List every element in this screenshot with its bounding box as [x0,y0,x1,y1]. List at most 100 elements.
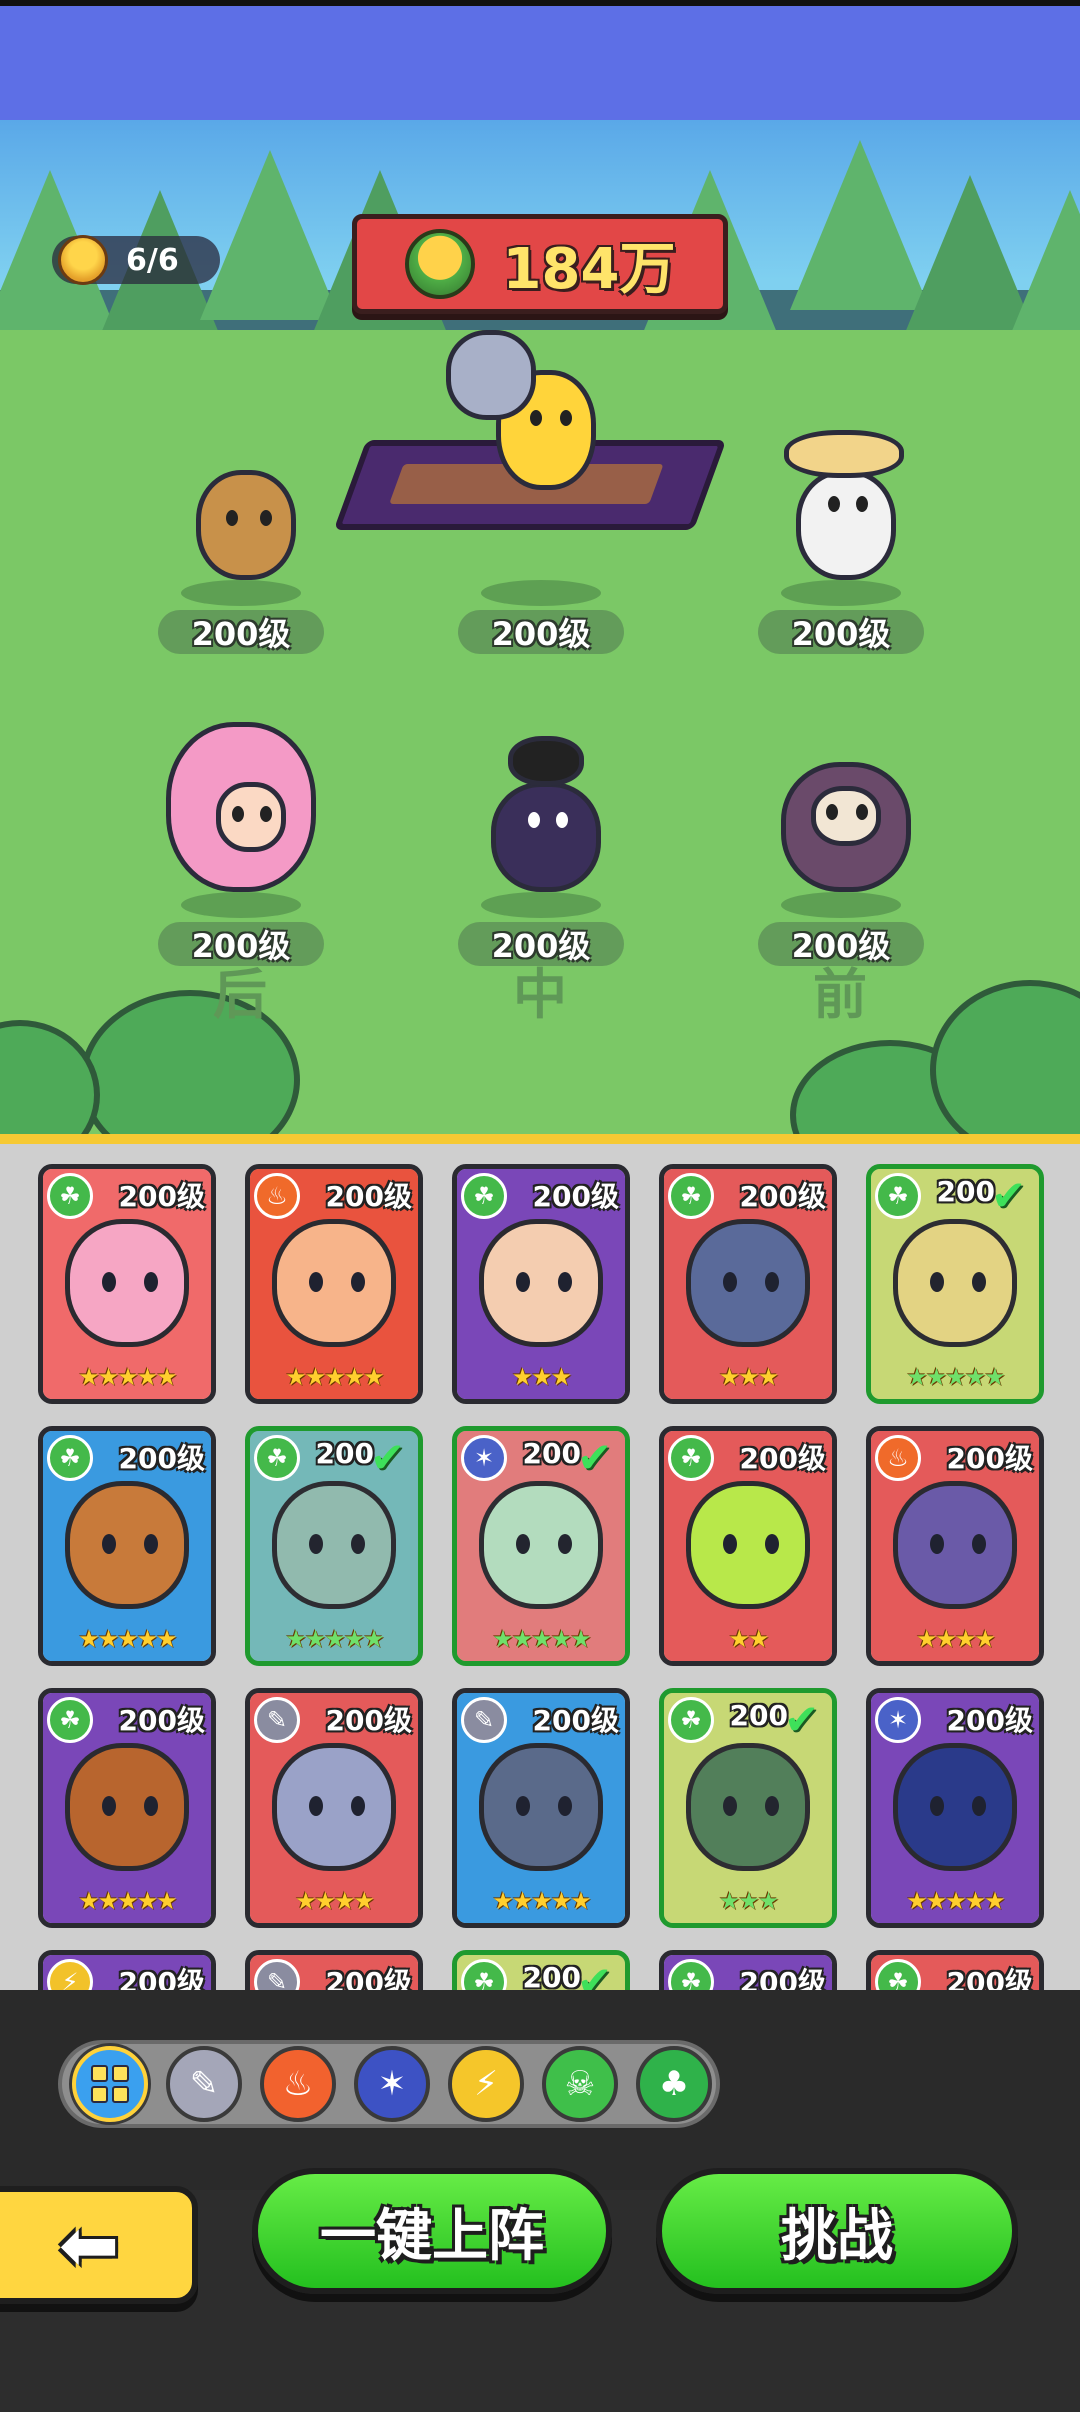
hero-card[interactable]: ☘ 200级 ★★★★★ [38,1426,216,1666]
hero-level: 200级 [758,610,924,654]
grass-element-icon: ☘ [668,1435,714,1481]
hero-card[interactable]: ☘ 200级 ★★ [659,1426,837,1666]
star-rating: ★★★★★ [492,1887,592,1915]
wind-element-icon: ✎ [461,1697,507,1743]
hero-portrait [65,1219,189,1347]
card-level: 200级 [325,1704,412,1737]
grass-element-icon: ☘ [668,1697,714,1743]
hero-portrait [893,1481,1017,1609]
hero-card-panel[interactable]: ☘ 200级 ★★★★★ ♨ 200级 ★★★★★ ☘ 200级 ★★★ ☘ 200级 ★★★ ☘ 200… [0,1144,1080,1990]
formation-slot-front-top[interactable]: 200级 [756,430,926,654]
grass-element-icon: ☘ [47,1697,93,1743]
formation-slot-back-top[interactable]: 200级 [156,430,326,654]
formation-slot-middle-bottom[interactable]: 200级 [456,736,626,966]
star-rating: ★★★★★ [285,1625,385,1653]
fist-laurel-icon [404,229,475,299]
card-level: 200级 [946,1442,1033,1475]
formation-slot-front-bottom[interactable]: 200级 [756,742,926,966]
filter-ice-button[interactable]: ✶ [354,2046,430,2122]
hero-portrait [686,1743,810,1871]
hero-portrait [479,1219,603,1347]
shield-icon [446,330,536,420]
row-label-front: 前 [813,963,867,1026]
hero-card[interactable]: ☘ 200 ✔ ★★★ [659,1688,837,1928]
straw-hat-icon [784,430,904,478]
ice-element-icon: ✶ [461,1435,507,1481]
card-level: 200级 [739,1442,826,1475]
star-rating: ★★★ [718,1887,780,1915]
hero-antler-bear[interactable] [156,430,326,606]
hero-card[interactable]: ☘ 200级 [866,1950,1044,1990]
grass-element-icon: ☘ [668,1173,714,1219]
hero-portrait [479,1743,603,1871]
hero-portrait [272,1743,396,1871]
hero-card[interactable]: ⚡ 200级 [38,1950,216,1990]
filter-all-button[interactable] [72,2046,148,2122]
hero-card[interactable]: ♨ 200级 ★★★★ [866,1426,1044,1666]
star-rating: ★★★ [718,1363,780,1391]
hero-card[interactable]: ☘ 200级 ★★★ [452,1164,630,1404]
top-hat-icon [508,736,584,786]
hero-card[interactable]: ☘ 200 ✔ [452,1950,630,1990]
card-level: 200 [522,1961,581,1990]
filter-bolt-button[interactable]: ⚡ [448,2046,524,2122]
hero-portrait [65,1481,189,1609]
star-rating: ★★★★★ [906,1887,1006,1915]
formation-slot-back-bottom[interactable]: 200级 [156,722,326,966]
card-level: 200级 [118,1966,205,1990]
grass-element-icon: ☘ [47,1173,93,1219]
filter-mushroom-button[interactable]: ♣ [636,2046,712,2122]
card-level: 200级 [325,1180,412,1213]
hero-chicken-shield[interactable] [446,330,626,606]
power-value: 184万 [502,236,676,302]
hero-card[interactable]: ☘ 200级 ★★★ [659,1164,837,1404]
star-rating: ★★★ [511,1363,573,1391]
hero-portrait [686,1481,810,1609]
hero-portrait [65,1743,189,1871]
checkmark-icon: ✔ [577,1433,613,1482]
card-level: 200级 [325,1966,412,1990]
status-strip [0,0,1080,6]
hero-card[interactable]: ✎ 200级 [245,1950,423,1990]
card-level: 200级 [532,1704,619,1737]
hero-card[interactable]: ☘ 200级 [659,1950,837,1990]
card-level: 200级 [946,1704,1033,1737]
hero-card[interactable]: ✎ 200级 ★★★★★ [452,1688,630,1928]
challenge-button[interactable]: 挑战 [656,2168,1018,2294]
back-button[interactable]: ⬅ [0,2186,198,2304]
hero-duck-straw-hat[interactable] [756,430,926,606]
hero-head-icon [58,235,108,285]
hero-card-grid[interactable]: ☘ 200级 ★★★★★ ♨ 200级 ★★★★★ ☘ 200级 ★★★ ☘ 200级 ★★★ ☘ 200… [38,1164,1058,1990]
hero-card[interactable]: ✎ 200级 ★★★★ [245,1688,423,1928]
filter-fire-button[interactable]: ♨ [260,2046,336,2122]
hero-card[interactable]: ☘ 200 ✔ ★★★★★ [245,1426,423,1666]
hero-portrait [893,1743,1017,1871]
hero-portrait [893,1219,1017,1347]
filter-grass-button[interactable]: ☠ [542,2046,618,2122]
star-rating: ★★★★★ [906,1363,1006,1391]
hero-card[interactable]: ☘ 200级 ★★★★★ [38,1688,216,1928]
star-rating: ★★★★ [294,1887,375,1915]
hero-plague-crow[interactable] [456,736,626,918]
feather-icon: ✎ [189,2064,219,2104]
filter-wind-button[interactable]: ✎ [166,2046,242,2122]
hero-card[interactable]: ✶ 200级 ★★★★★ [866,1688,1044,1928]
star-rating: ★★ [728,1625,769,1653]
hero-mermaid[interactable] [156,722,326,918]
battlefield: 6/6 184万 200级 200级 200级 200级 200级 200级 后… [0,0,1080,1140]
formation-slot-middle-top[interactable]: 200级 [446,330,626,654]
power-banner: 184万 [352,214,728,314]
star-rating: ★★★★ [915,1625,996,1653]
card-level: 200级 [118,1442,205,1475]
hero-owl-knight[interactable] [756,742,926,918]
hero-card[interactable]: ♨ 200级 ★★★★★ [245,1164,423,1404]
row-label-back: 后 [213,963,267,1026]
card-level: 200级 [739,1180,826,1213]
hero-card[interactable]: ☘ 200级 ★★★★★ [38,1164,216,1404]
lightning-icon: ⚡ [474,2064,498,2104]
auto-deploy-button[interactable]: 一键上阵 [252,2168,612,2294]
hero-card[interactable]: ✶ 200 ✔ ★★★★★ [452,1426,630,1666]
card-level: 200级 [118,1180,205,1213]
hero-card[interactable]: ☘ 200 ✔ ★★★★★ [866,1164,1044,1404]
team-count-value: 6/6 [126,242,179,278]
